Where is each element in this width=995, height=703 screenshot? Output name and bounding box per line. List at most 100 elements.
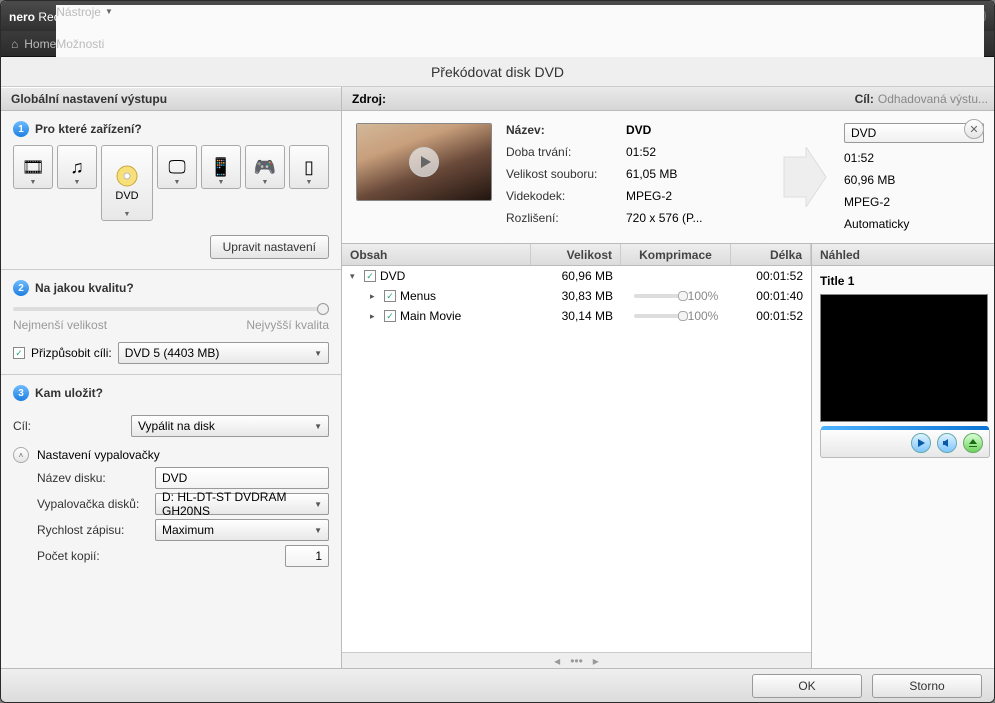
device-tv[interactable]: 🖵▼ bbox=[157, 145, 197, 189]
chevron-down-icon: ▼ bbox=[314, 422, 322, 431]
compression-slider[interactable] bbox=[634, 294, 684, 298]
name-value: DVD bbox=[626, 123, 766, 137]
row-name: DVD bbox=[380, 269, 405, 283]
device-audio[interactable]: ♫▼ bbox=[57, 145, 97, 189]
row-size: 30,83 MB bbox=[531, 289, 621, 303]
expander-icon[interactable]: ▾ bbox=[350, 271, 360, 282]
chevron-down-icon: ▼ bbox=[105, 7, 113, 16]
device-video[interactable]: 🎞▼ bbox=[13, 145, 53, 189]
copies-input[interactable] bbox=[285, 545, 329, 567]
speed-label: Rychlost zápisu: bbox=[37, 523, 155, 537]
device-phone[interactable]: 📱▼ bbox=[201, 145, 241, 189]
home-label: Home bbox=[24, 37, 56, 51]
disc-name-label: Název disku: bbox=[37, 471, 155, 485]
target-label: Cíl: bbox=[13, 419, 131, 433]
speed-select[interactable]: Maximum▼ bbox=[155, 519, 329, 541]
disc-name-input[interactable] bbox=[155, 467, 329, 489]
preview-eject-button[interactable] bbox=[963, 433, 983, 453]
device-dvd[interactable]: DVD ▼ bbox=[101, 145, 153, 221]
target-select[interactable]: Vypálit na disk▼ bbox=[131, 415, 329, 437]
preview-header: Náhled bbox=[812, 244, 994, 266]
remove-source-button[interactable]: ✕ bbox=[964, 119, 984, 139]
expander-icon[interactable]: ▸ bbox=[370, 311, 380, 322]
slider-thumb[interactable] bbox=[317, 303, 329, 315]
tree-row[interactable]: ▾✓DVD60,96 MB00:01:52 bbox=[342, 266, 811, 286]
dest-codec: MPEG-2 bbox=[844, 195, 984, 209]
dur-value: 01:52 bbox=[626, 145, 766, 159]
preview-audio-button[interactable] bbox=[937, 433, 957, 453]
fit-select[interactable]: DVD 5 (4403 MB)▼ bbox=[118, 342, 329, 364]
burner-label: Vypalovačka disků: bbox=[37, 497, 155, 511]
codec-label: Videkodek: bbox=[506, 189, 616, 203]
col-len[interactable]: Délka bbox=[731, 244, 811, 265]
options-menu[interactable]: Možnosti bbox=[56, 37, 984, 51]
source-bar: Zdroj: Cíl: Odhadovaná výstu... bbox=[342, 87, 994, 111]
home-icon: ⌂ bbox=[11, 37, 18, 51]
row-checkbox[interactable]: ✓ bbox=[384, 290, 396, 302]
dest-res: Automaticky bbox=[844, 217, 984, 231]
disc-icon bbox=[115, 164, 139, 188]
app-window: nero Recode − □ × ⌂ Home Nástroje▼ Možno… bbox=[0, 0, 995, 703]
preview-progress[interactable] bbox=[821, 426, 989, 430]
horizontal-scrollbar[interactable]: ◂ ••• ▸ bbox=[342, 652, 811, 668]
gamepad-icon: 🎮 bbox=[254, 157, 276, 178]
preview-play-button[interactable] bbox=[911, 433, 931, 453]
copies-label: Počet kopií: bbox=[37, 549, 155, 563]
step1-section: 1 Pro které zařízení? 🎞▼ ♫▼ DVD ▼ 🖵▼ 📱▼ … bbox=[1, 111, 341, 270]
tools-menu[interactable]: Nástroje▼ bbox=[56, 5, 984, 19]
dur-label: Doba trvání: bbox=[506, 145, 616, 159]
burner-collapse-toggle[interactable]: ˄ bbox=[13, 447, 29, 463]
col-comp[interactable]: Komprimace bbox=[621, 244, 731, 265]
quality-slider[interactable] bbox=[13, 304, 329, 314]
dest-name-input[interactable]: DVD bbox=[844, 123, 984, 143]
preview-title: Title 1 bbox=[820, 274, 990, 288]
arrow-right-icon bbox=[780, 123, 830, 231]
size-value: 61,05 MB bbox=[626, 167, 766, 181]
row-compression: 100% bbox=[621, 309, 731, 323]
row-name: Main Movie bbox=[400, 309, 461, 323]
row-length: 00:01:52 bbox=[731, 269, 811, 283]
preview-controls bbox=[820, 428, 990, 458]
source-thumbnail[interactable] bbox=[356, 123, 492, 201]
device-gamepad[interactable]: 🎮▼ bbox=[245, 145, 285, 189]
page-title: Překódovat disk DVD bbox=[1, 57, 994, 87]
chevron-down-icon: ▼ bbox=[314, 526, 322, 535]
res-value: 720 x 576 (P... bbox=[626, 211, 766, 225]
home-button[interactable]: ⌂ Home bbox=[11, 37, 56, 51]
burner-select[interactable]: D: HL-DT-ST DVDRAM GH20NS▼ bbox=[155, 493, 329, 515]
phone-icon: 📱 bbox=[210, 157, 232, 178]
expander-icon[interactable]: ▸ bbox=[370, 291, 380, 302]
col-content[interactable]: Obsah bbox=[342, 244, 531, 265]
fit-label: Přizpůsobit cíli: bbox=[31, 346, 112, 360]
row-length: 00:01:40 bbox=[731, 289, 811, 303]
ok-button[interactable]: OK bbox=[752, 674, 862, 698]
music-icon: ♫ bbox=[70, 157, 84, 178]
content-tree: Obsah Velikost Komprimace Délka ▾✓DVD60,… bbox=[342, 244, 812, 668]
row-length: 00:01:52 bbox=[731, 309, 811, 323]
col-size[interactable]: Velikost bbox=[531, 244, 621, 265]
source-info: ✕ Název:DVD Doba trvání:01:52 Velikost s… bbox=[342, 111, 994, 243]
quality-max-label: Nejvyšší kvalita bbox=[246, 318, 329, 332]
fit-checkbox[interactable]: ✓ bbox=[13, 347, 25, 359]
left-panel: Globální nastavení výstupu 1 Pro které z… bbox=[1, 87, 342, 668]
step3-number: 3 bbox=[13, 385, 29, 401]
cancel-button[interactable]: Storno bbox=[872, 674, 982, 698]
brand-bold: nero bbox=[9, 10, 35, 24]
row-compression: 100% bbox=[621, 289, 731, 303]
target-value: Odhadovaná výstu... bbox=[878, 92, 988, 106]
step2-number: 2 bbox=[13, 280, 29, 296]
tree-row[interactable]: ▸✓Main Movie30,14 MB100%00:01:52 bbox=[342, 306, 811, 326]
row-checkbox[interactable]: ✓ bbox=[364, 270, 376, 282]
device-dvd-label: DVD bbox=[115, 190, 138, 202]
step3-label: Kam uložit? bbox=[35, 386, 103, 400]
device-player[interactable]: ▯▼ bbox=[289, 145, 329, 189]
source-label: Zdroj: bbox=[352, 92, 386, 106]
size-label: Velikost souboru: bbox=[506, 167, 616, 181]
row-checkbox[interactable]: ✓ bbox=[384, 310, 396, 322]
tree-row[interactable]: ▸✓Menus30,83 MB100%00:01:40 bbox=[342, 286, 811, 306]
edit-settings-button[interactable]: Upravit nastavení bbox=[210, 235, 329, 259]
tv-icon: 🖵 bbox=[168, 157, 185, 178]
menubar: ⌂ Home Nástroje▼ Možnosti Nápověda▼ bbox=[1, 31, 994, 57]
right-panel: Zdroj: Cíl: Odhadovaná výstu... ✕ Název:… bbox=[342, 87, 994, 668]
compression-slider[interactable] bbox=[634, 314, 684, 318]
